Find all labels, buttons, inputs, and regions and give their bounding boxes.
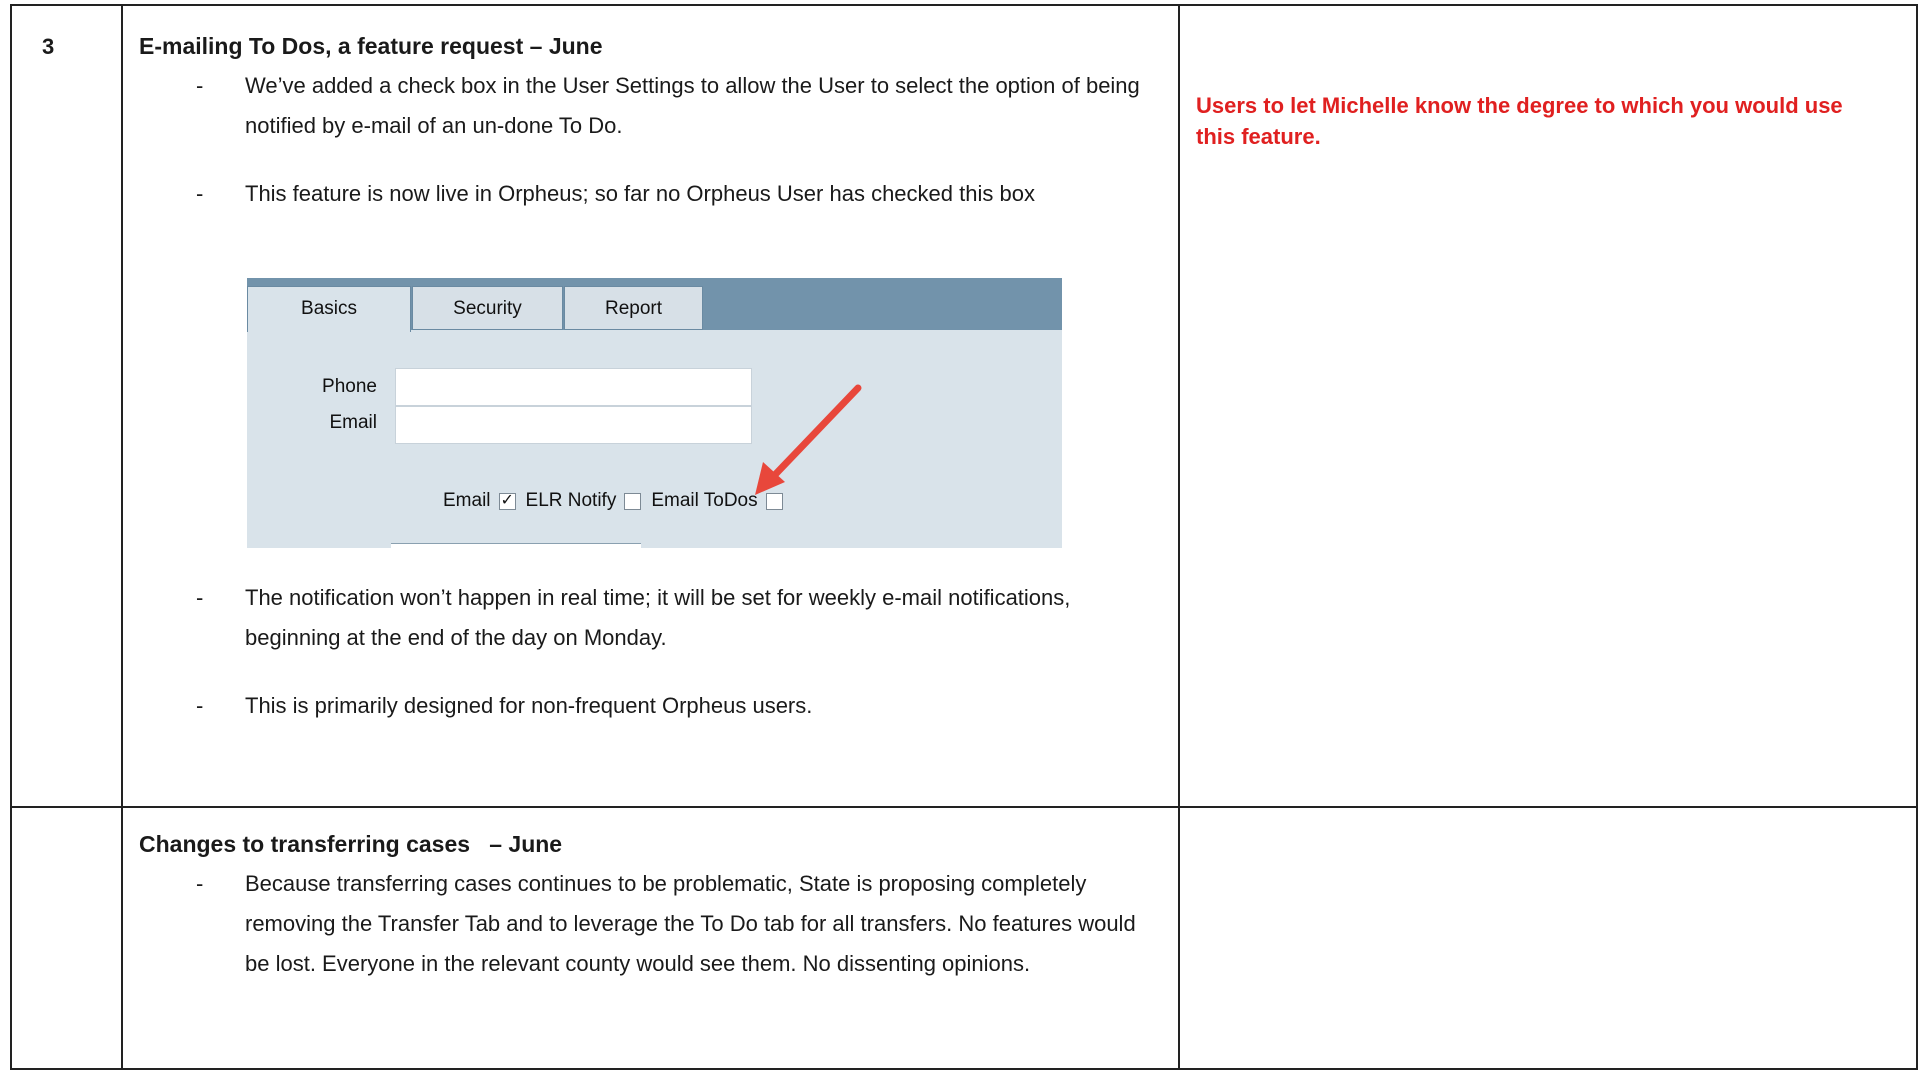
bullet-dash: - [196, 585, 204, 610]
bullet-text: Because transferring cases continues to … [245, 871, 1136, 976]
agenda-table: 3 E-mailing To Dos, a feature request – … [10, 4, 1918, 1070]
item-notes-cell [1178, 806, 1918, 1070]
bullet-dash: - [196, 73, 204, 98]
phone-label: Phone [322, 376, 377, 397]
item-number-cell [10, 806, 123, 1070]
item-number: 3 [42, 34, 55, 59]
partial-input-stub [391, 543, 641, 549]
bullet-dash: - [196, 181, 204, 206]
bullet-text: This is primarily designed for non-frequ… [245, 693, 813, 718]
email-field [395, 406, 752, 444]
notification-checkboxes: Email ELR Notify Email ToDos [443, 490, 793, 512]
email-checkbox [498, 492, 516, 510]
phone-field [395, 368, 752, 406]
item-content-cell: Changes to transferring cases – June - B… [121, 806, 1180, 1070]
bullet-item: - We’ve added a check box in the User Se… [139, 66, 1166, 146]
bullet-text: This feature is now live in Orpheus; so … [245, 181, 1035, 206]
bullet-text: The notification won’t happen in real ti… [245, 585, 1071, 650]
tab-basics: Basics [247, 286, 411, 332]
bullet-list: - The notification won’t happen in real … [139, 578, 1166, 726]
tab-security: Security [412, 286, 563, 330]
bullet-item: - Because transferring cases continues t… [139, 864, 1166, 984]
red-arrow-icon [755, 384, 862, 495]
item-title: E-mailing To Dos, a feature request – Ju… [139, 33, 603, 59]
item-content-cell: E-mailing To Dos, a feature request – Ju… [121, 4, 1180, 808]
bullet-item: - This is primarily designed for non-fre… [139, 686, 1166, 726]
table-row: 3 E-mailing To Dos, a feature request – … [10, 4, 1918, 808]
item-title: Changes to transferring cases – June [139, 831, 563, 857]
bullet-item: - The notification won’t happen in real … [139, 578, 1166, 658]
bullet-list: - We’ve added a check box in the User Se… [139, 66, 1166, 214]
elr-notify-checkbox-label: ELR Notify [525, 490, 617, 511]
tab-report: Report [564, 286, 703, 330]
user-settings-screenshot: Basics Security Report Phone Email Email… [247, 278, 1062, 549]
item-notes-cell: Users to let Michelle know the degree to… [1178, 4, 1918, 808]
item-number-cell: 3 [10, 4, 123, 808]
bullet-text: We’ve added a check box in the User Sett… [245, 73, 1140, 138]
bullet-dash: - [196, 693, 204, 718]
table-row: Changes to transferring cases – June - B… [10, 806, 1918, 1070]
bullet-list: - Because transferring cases continues t… [139, 864, 1166, 984]
email-checkbox-label: Email [443, 490, 491, 511]
elr-notify-checkbox [624, 492, 642, 510]
bullet-dash: - [196, 871, 204, 896]
email-todos-checkbox-label: Email ToDos [651, 490, 758, 511]
action-note: Users to let Michelle know the degree to… [1196, 93, 1843, 149]
email-label: Email [329, 412, 377, 433]
bullet-item: - This feature is now live in Orpheus; s… [139, 174, 1166, 214]
